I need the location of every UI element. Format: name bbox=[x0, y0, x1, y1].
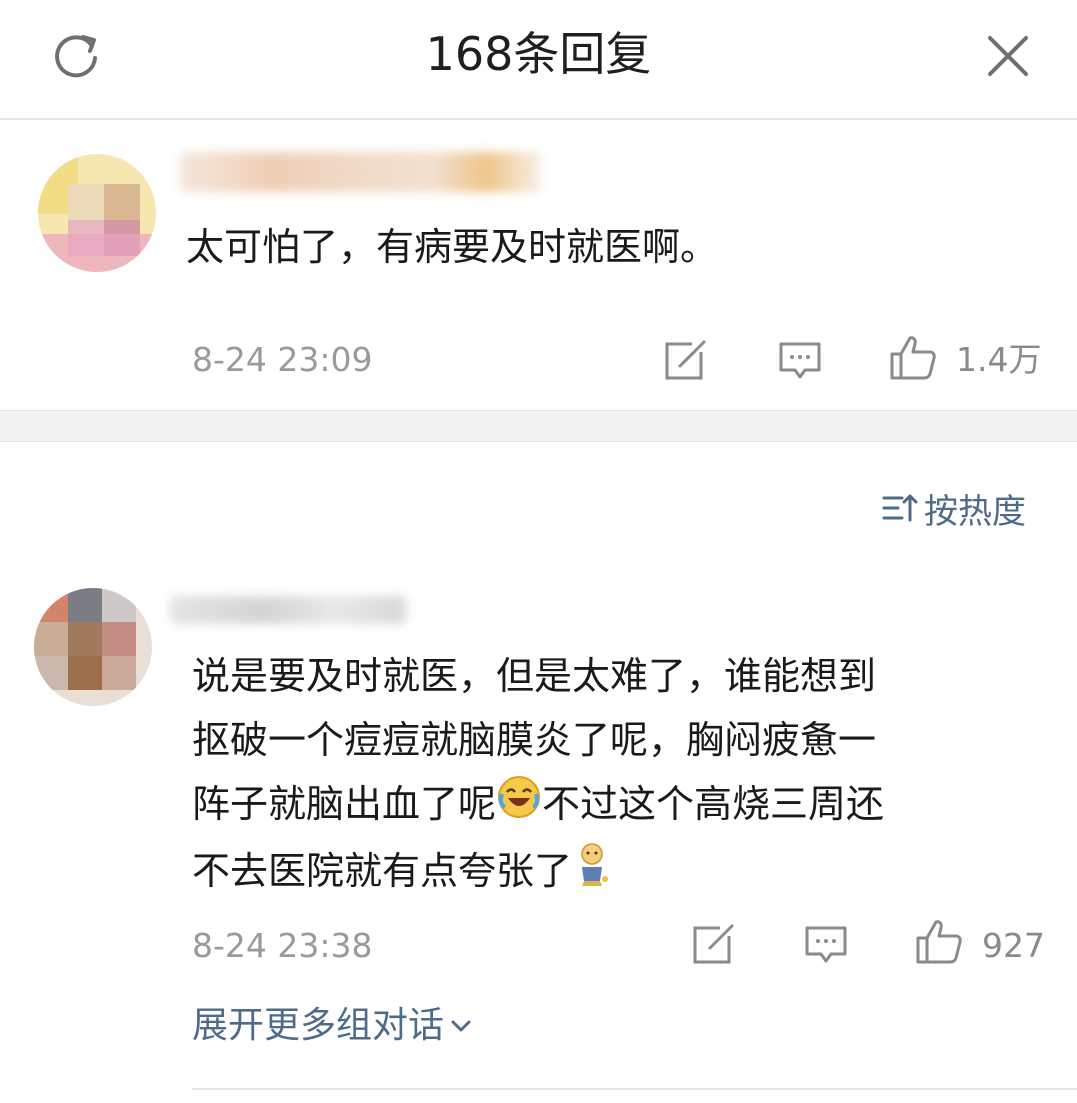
timestamp: 8-24 23:38 bbox=[192, 926, 373, 965]
avatar[interactable] bbox=[34, 588, 152, 706]
sort-by-hot-button[interactable]: 按热度 bbox=[882, 486, 1026, 532]
reply-page: 168条回复 太可怕了，有病要及时就医啊。 8-24 23:09 1.4万 按热… bbox=[0, 0, 1077, 1103]
thumbs-up-icon bbox=[890, 336, 936, 380]
thumbs-up-icon bbox=[916, 920, 962, 964]
username-blurred[interactable] bbox=[170, 596, 406, 624]
comment-text: 太可怕了，有病要及时就医啊。 bbox=[186, 225, 719, 269]
close-button[interactable] bbox=[980, 28, 1036, 84]
like-count: 1.4万 bbox=[956, 340, 1042, 379]
comment-button[interactable] bbox=[778, 340, 822, 384]
expand-label: 展开更多组对话 bbox=[192, 1005, 445, 1046]
like-button[interactable] bbox=[888, 332, 938, 382]
section-divider bbox=[0, 410, 1077, 442]
figure-emoji-icon bbox=[572, 841, 612, 906]
reply-text-segment: 不去医院就有点夸张了 bbox=[192, 849, 573, 893]
close-icon bbox=[988, 36, 1028, 76]
timestamp: 8-24 23:09 bbox=[192, 340, 373, 379]
reply-text-segment: 阵子就脑出血了呢 bbox=[192, 782, 497, 826]
like-button[interactable] bbox=[914, 916, 964, 966]
reply-text-segment: 不过这个高烧三周还 bbox=[542, 782, 885, 826]
reply-text-line-4: 不去医院就有点夸张了 bbox=[192, 839, 884, 906]
comment-icon bbox=[779, 342, 821, 379]
comment-button[interactable] bbox=[804, 924, 848, 968]
username-blurred[interactable] bbox=[180, 152, 540, 192]
chevron-down-icon bbox=[451, 1020, 471, 1032]
reply-text: 说是要及时就医，但是太难了，谁能想到 抠破一个痘痘就脑膜炎了呢，胸闷疲惫一 阵子… bbox=[192, 644, 884, 906]
repost-icon bbox=[665, 338, 708, 380]
header-bar: 168条回复 bbox=[0, 0, 1077, 120]
repost-button[interactable] bbox=[664, 338, 708, 382]
avatar[interactable] bbox=[38, 154, 156, 272]
page-title: 168条回复 bbox=[425, 27, 652, 81]
reply-text-line-3: 阵子就脑出血了呢 不过这个高烧三周还 bbox=[192, 772, 884, 839]
root-comment: 太可怕了，有病要及时就医啊。 8-24 23:09 1.4万 bbox=[0, 120, 1077, 410]
repost-icon bbox=[693, 922, 736, 964]
reply-text-line: 说是要及时就医，但是太难了，谁能想到 bbox=[192, 654, 877, 698]
comment-icon bbox=[805, 926, 847, 963]
like-count: 927 bbox=[982, 926, 1045, 965]
reply-text-line: 抠破一个痘痘就脑膜炎了呢，胸闷疲惫一 bbox=[192, 718, 877, 762]
laugh-cry-emoji-icon bbox=[496, 774, 542, 839]
expand-conversation-link[interactable]: 展开更多组对话 bbox=[192, 1004, 474, 1048]
sort-icon bbox=[882, 494, 918, 522]
sort-label: 按热度 bbox=[924, 491, 1026, 532]
divider bbox=[192, 1088, 1077, 1090]
repost-button[interactable] bbox=[692, 922, 736, 966]
